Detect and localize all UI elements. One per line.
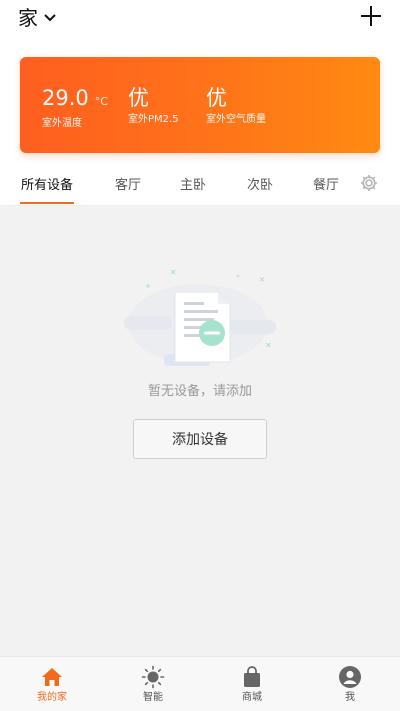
tab-all-devices[interactable]: 所有设备 — [20, 174, 74, 204]
bottom-navigation: 我的家 智能 商城 我 — [0, 656, 400, 711]
svg-text:✕: ✕ — [265, 341, 272, 350]
pm25-value: 优 — [128, 86, 149, 110]
nav-mall[interactable]: 商城 — [222, 665, 282, 704]
nav-my-home[interactable]: 我的家 — [22, 665, 82, 704]
weather-card: 29.0 °C 室外温度 优 室外PM2.5 优 室外空气质量 — [20, 57, 380, 153]
active-tab-indicator — [20, 202, 74, 204]
temperature-label: 室外温度 — [42, 118, 82, 129]
tab-living-room[interactable]: 客厅 — [108, 174, 148, 204]
gear-icon — [361, 175, 377, 191]
air-quality-value: 优 — [206, 86, 227, 110]
nav-my-home-label: 我的家 — [37, 692, 67, 703]
sun-icon — [141, 665, 165, 689]
nav-mall-label: 商城 — [242, 692, 262, 703]
temperature-metric: 29.0 °C 室外温度 — [42, 85, 108, 131]
nav-smart-label: 智能 — [143, 692, 163, 703]
tab-second-bedroom[interactable]: 次卧 — [240, 174, 280, 204]
shopping-bag-icon — [244, 666, 260, 687]
temperature-value: 29.0 — [42, 86, 89, 110]
svg-text:✕: ✕ — [170, 268, 177, 277]
empty-document-icon: ✕ ✕ ✕ — [124, 268, 276, 366]
pm25-label: 室外PM2.5 — [128, 114, 179, 125]
nav-me[interactable]: 我 — [320, 665, 380, 704]
tab-settings-button[interactable] — [359, 173, 379, 193]
tab-dining-room[interactable]: 餐厅 — [306, 174, 346, 204]
home-selector[interactable]: 家 — [18, 4, 56, 32]
device-list-area: ✕ ✕ ✕ 暂无设备，请添加 添加设备 — [0, 206, 400, 656]
nav-me-label: 我 — [345, 692, 355, 703]
chevron-down-icon — [44, 14, 56, 22]
temperature-unit: °C — [94, 95, 108, 108]
empty-state-text: 暂无设备，请添加 — [147, 384, 252, 399]
home-icon — [42, 668, 62, 686]
plus-icon — [361, 6, 381, 26]
room-tabs: 所有设备 客厅 主卧 次卧 餐厅 — [0, 164, 400, 206]
air-quality-label: 室外空气质量 — [206, 114, 266, 125]
user-icon — [339, 666, 361, 688]
add-button[interactable] — [358, 2, 384, 30]
top-header: 家 — [0, 0, 400, 44]
svg-text:✕: ✕ — [259, 276, 265, 284]
air-quality-metric: 优 室外空气质量 — [206, 85, 266, 127]
nav-smart[interactable]: 智能 — [123, 665, 183, 704]
add-device-button[interactable]: 添加设备 — [133, 419, 267, 459]
tab-master-bedroom[interactable]: 主卧 — [173, 174, 213, 204]
home-title: 家 — [18, 6, 38, 30]
pm25-metric: 优 室外PM2.5 — [128, 85, 179, 127]
